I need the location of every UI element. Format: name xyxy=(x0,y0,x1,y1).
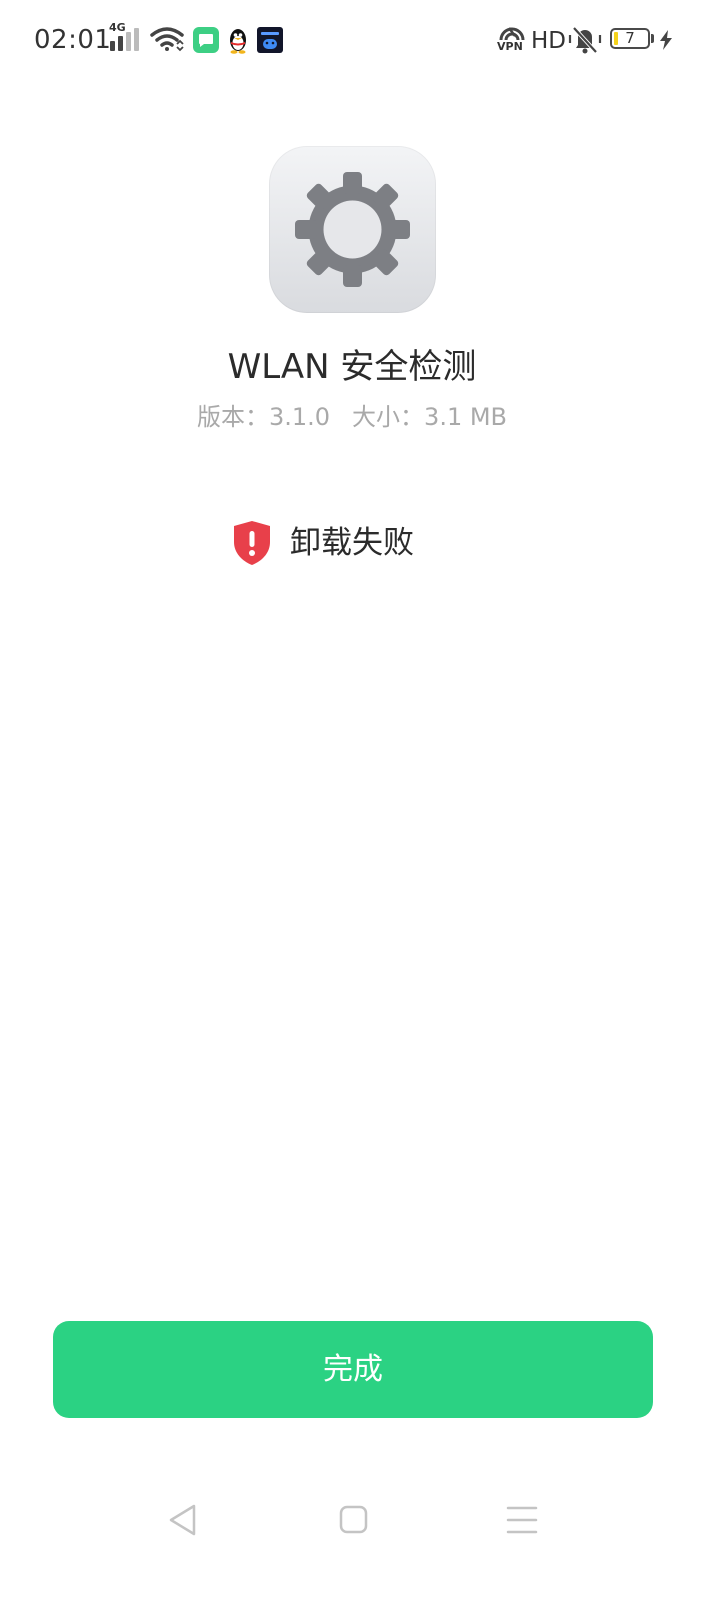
shield-alert-icon xyxy=(234,521,270,565)
back-button[interactable] xyxy=(163,1500,203,1540)
recents-button[interactable] xyxy=(502,1500,542,1540)
app-size: 大小：3.1 MB xyxy=(352,403,508,431)
mute-icon xyxy=(568,25,602,55)
qq-penguin-icon xyxy=(226,26,250,54)
battery-icon: 7 xyxy=(610,28,650,49)
charging-icon xyxy=(659,30,673,50)
app-icon xyxy=(269,146,436,313)
network-type-label: 4G xyxy=(109,21,126,34)
done-button[interactable]: 完成 xyxy=(53,1321,653,1418)
message-app-icon xyxy=(193,27,219,53)
result-row: 卸载失败 xyxy=(232,518,414,568)
battery-level: 7 xyxy=(625,29,635,47)
wifi-icon xyxy=(150,26,186,52)
battery-nub xyxy=(651,34,654,43)
app-meta: 版本：3.1.0 大小：3.1 MB xyxy=(0,400,704,434)
home-icon xyxy=(339,1505,368,1534)
home-button[interactable] xyxy=(333,1500,373,1540)
app-version: 版本：3.1.0 xyxy=(196,403,331,431)
hd-label: HD xyxy=(531,28,567,54)
recents-icon xyxy=(506,1506,538,1534)
navigation-bar xyxy=(0,1480,720,1560)
result-text: 卸载失败 xyxy=(290,525,414,561)
app-name: WLAN 安全检测 xyxy=(227,347,477,387)
gear-icon xyxy=(295,172,410,287)
vpn-label: VPN xyxy=(497,40,523,53)
bubble-app-icon xyxy=(257,27,283,53)
status-bar: 02:01 4G VPN HD 7 xyxy=(0,0,720,80)
back-icon xyxy=(169,1504,196,1536)
status-time: 02:01 xyxy=(34,25,112,55)
